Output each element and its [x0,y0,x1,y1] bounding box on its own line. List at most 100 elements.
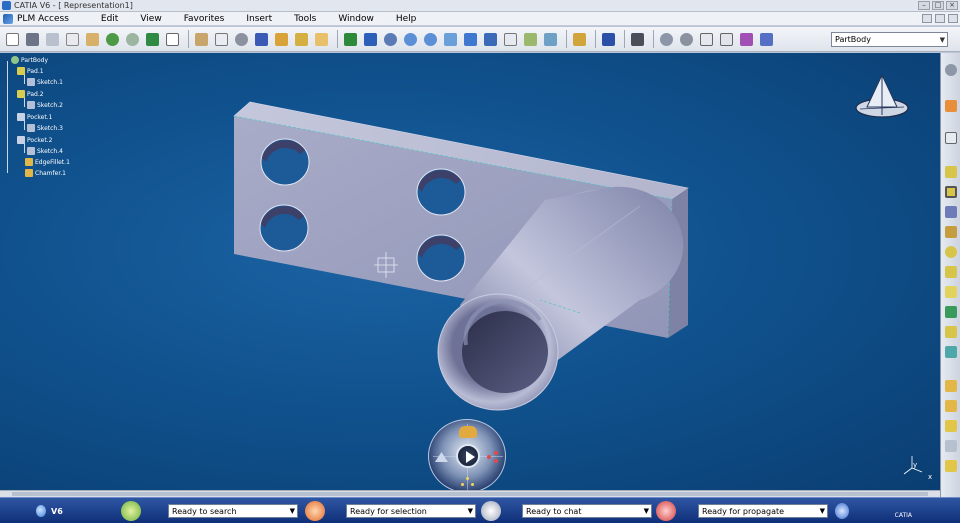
pocket-button[interactable] [944,185,958,199]
update-button[interactable] [144,31,161,48]
v6-brand[interactable]: V6 [36,504,78,518]
loft-button[interactable] [944,325,958,339]
3d-viewport[interactable]: PartBody Pad.1 Sketch.1 Pad.2 Sketch.2 P… [0,53,940,490]
snap-button[interactable] [600,31,617,48]
play-icon[interactable] [456,444,480,468]
menu-window[interactable]: Window [338,14,374,24]
sketch-button[interactable] [944,131,958,145]
capture-button[interactable] [629,31,646,48]
arrow-pointer-icon [945,100,957,112]
selection-status-field[interactable]: Ready for selection ▼ [346,504,476,518]
normal-view-button[interactable] [442,31,459,48]
menu-insert[interactable]: Insert [246,14,272,24]
lock-icon [295,32,308,46]
print-button[interactable] [24,31,41,48]
cut-button[interactable] [44,31,61,48]
filter-icon [760,32,773,46]
menu-plm-access[interactable]: PLM Access [17,14,69,24]
copy-button[interactable] [64,31,81,48]
axis-button[interactable] [698,31,715,48]
zoom-out-icon [424,32,437,46]
refresh-button[interactable] [658,31,675,48]
pad-button[interactable] [944,165,958,179]
swap-visible-button[interactable] [522,31,539,48]
undo-button[interactable] [104,31,121,48]
search-status-field[interactable]: Ready to search ▼ [168,504,298,518]
doc-restore-button[interactable] [935,14,945,23]
close-window-button[interactable]: × [946,1,958,10]
measure-button[interactable] [193,31,210,48]
new-button[interactable] [4,31,21,48]
compass-widget[interactable] [855,73,909,118]
slot-button[interactable] [944,285,958,299]
formula-button[interactable] [213,31,230,48]
selection-icon[interactable] [305,501,325,521]
groove-button[interactable] [944,225,958,239]
chat-status-field[interactable]: Ready to chat ▼ [522,504,652,518]
filter-button[interactable] [758,31,775,48]
views-button[interactable] [462,31,479,48]
paste-button[interactable] [84,31,101,48]
select-button[interactable] [944,99,958,113]
search-compass-icon[interactable] [121,501,141,521]
doc-close-button[interactable] [948,14,958,23]
draft-icon [945,420,957,432]
whats-this-button[interactable] [164,31,181,48]
propagate-status-field[interactable]: Ready for propagate ▼ [698,504,828,518]
table-button[interactable] [253,31,270,48]
fit-all-button[interactable] [342,31,359,48]
globe-icon[interactable] [835,503,849,519]
rotate-button[interactable] [382,31,399,48]
zoom-in-button[interactable] [402,31,419,48]
menu-edit[interactable]: Edit [101,14,118,24]
collaboration-people-icon[interactable] [459,426,477,438]
comment-icon [235,32,248,46]
robot-radial-menu[interactable] [428,419,506,490]
part-body-selector[interactable]: PartBody ▼ [831,32,948,47]
tree-network-icon[interactable] [487,451,499,463]
redo-button[interactable] [124,31,141,48]
grid-button[interactable] [738,31,755,48]
menu-view[interactable]: View [140,14,161,24]
printer-icon [26,32,39,46]
edge-fillet-button[interactable] [944,379,958,393]
units-button[interactable] [718,31,735,48]
stiffener-button[interactable] [944,305,958,319]
hide-show-button[interactable] [502,31,519,48]
sketcher-button[interactable] [944,63,958,77]
chamfer-button[interactable] [944,399,958,413]
propagate-icon[interactable] [656,501,676,521]
swap-space-button[interactable] [542,31,559,48]
pan-button[interactable] [362,31,379,48]
doc-minimize-button[interactable] [922,14,932,23]
thickness-button[interactable] [944,459,958,473]
tools-button[interactable] [678,31,695,48]
menu-tools[interactable]: Tools [294,14,316,24]
draft-button[interactable] [944,419,958,433]
sketch-icon [945,132,957,144]
dots-icon[interactable] [461,477,475,487]
document-window-controls [922,14,958,23]
shaft-button[interactable] [944,205,958,219]
catia-logo-icon[interactable] [3,13,13,24]
horizontal-scrollbar[interactable] [0,490,940,497]
lock-button[interactable] [293,31,310,48]
remove-loft-button[interactable] [944,345,958,359]
zoom-out-button[interactable] [422,31,439,48]
hand-button[interactable] [313,31,330,48]
menu-help[interactable]: Help [396,14,417,24]
catalog-button[interactable] [571,31,588,48]
tree-button[interactable] [273,31,290,48]
shell-button[interactable] [944,439,958,453]
rib-button[interactable] [944,265,958,279]
comment-button[interactable] [233,31,250,48]
render-style-button[interactable] [482,31,499,48]
compass-mini-icon[interactable] [435,452,448,462]
menu-favorites[interactable]: Favorites [184,14,225,24]
maximize-window-button[interactable]: □ [932,1,944,10]
hole-button[interactable] [944,245,958,259]
scrollbar-thumb[interactable] [12,492,928,496]
toolbar-separator [624,30,625,48]
minimize-window-button[interactable]: – [918,1,930,10]
chat-icon[interactable] [481,501,501,521]
